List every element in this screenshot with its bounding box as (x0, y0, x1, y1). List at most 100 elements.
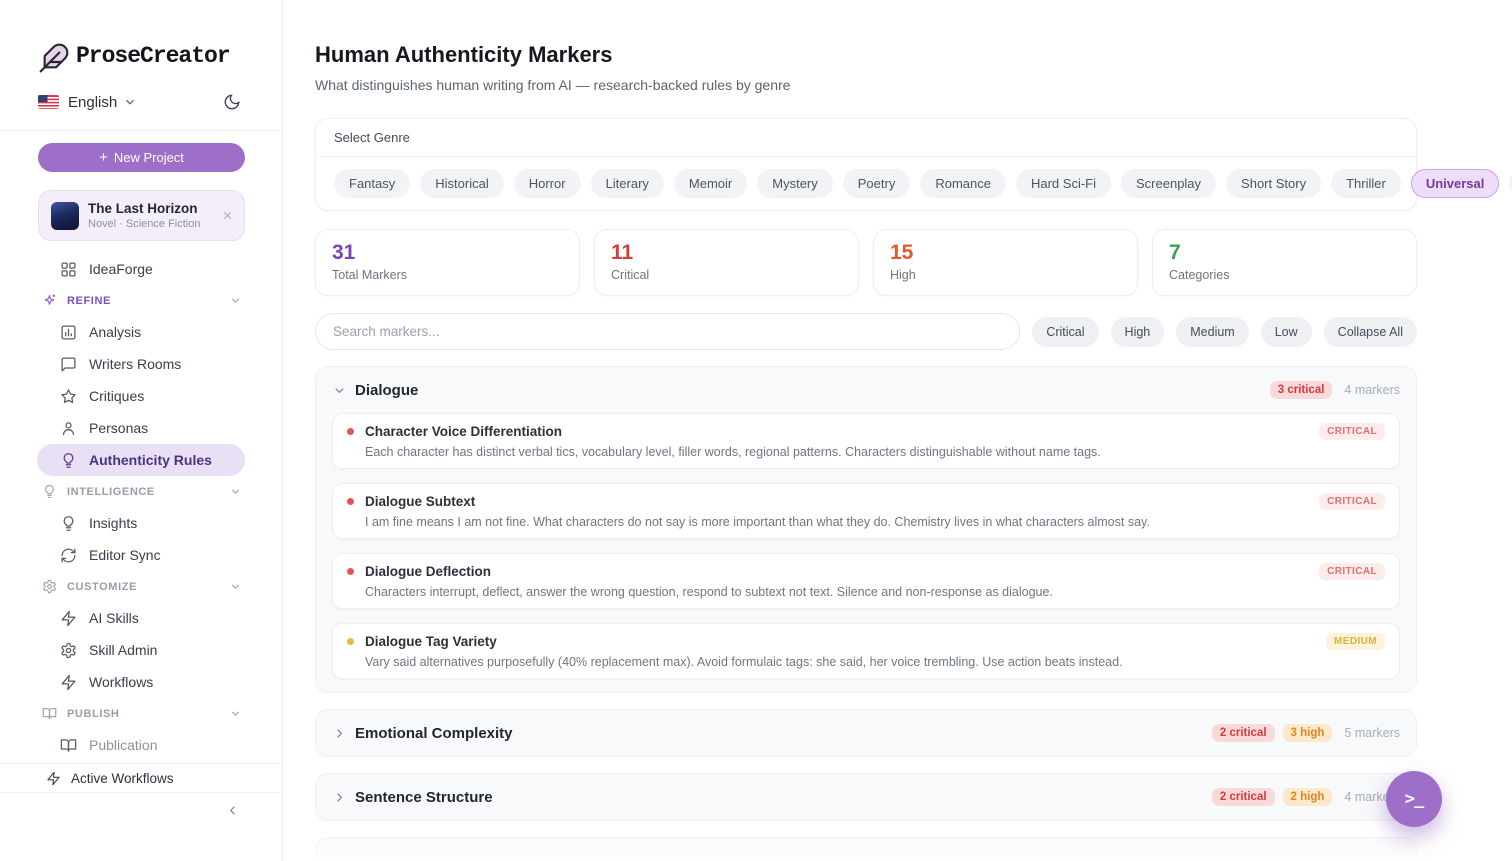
sidebar-item-authenticity-rules[interactable]: Authenticity Rules (37, 444, 245, 476)
category-badges: 2 critical 3 high 5 markers (1212, 724, 1400, 742)
star-icon (60, 388, 77, 405)
search-input[interactable] (315, 313, 1020, 350)
sidebar-item-skill-admin[interactable]: Skill Admin (0, 634, 282, 666)
sidebar-item-personas[interactable]: Personas (0, 412, 282, 444)
sidebar-section-intelligence[interactable]: INTELLIGENCE (0, 476, 282, 507)
marker-dialogue-tag-variety[interactable]: Dialogue Tag Variety MEDIUM Vary said al… (332, 623, 1400, 679)
project-text: The Last Horizon Novel · Science Fiction (88, 201, 212, 230)
marker-description: Each character has distinct verbal tics,… (347, 445, 1385, 459)
book-icon (60, 737, 77, 754)
language-row: English (0, 90, 282, 114)
new-project-button[interactable]: + New Project (38, 143, 245, 172)
dark-mode-toggle[interactable] (220, 90, 244, 114)
sidebar-section-label: REFINE (67, 295, 111, 307)
marker-dialogue-deflection[interactable]: Dialogue Deflection CRITICAL Characters … (332, 553, 1400, 609)
grid-icon (60, 261, 77, 278)
sidebar-section-publish[interactable]: PUBLISH (0, 698, 282, 729)
user-icon (60, 420, 77, 437)
active-workflows-button[interactable]: Active Workflows (0, 764, 282, 793)
sidebar-section-customize[interactable]: CUSTOMIZE (0, 571, 282, 602)
close-icon[interactable] (221, 209, 234, 222)
sidebar-footer: Active Workflows (0, 763, 282, 861)
genre-chip-screenplay[interactable]: Screenplay (1121, 169, 1216, 198)
genre-chip-poetry[interactable]: Poetry (843, 169, 911, 198)
genre-chip-literary[interactable]: Literary (591, 169, 664, 198)
sidebar-item-label: AI Skills (89, 610, 139, 626)
stat-high: 15 High (873, 229, 1138, 296)
sidebar-item-label: Skill Admin (89, 642, 157, 658)
sidebar-item-label: Critiques (89, 388, 144, 404)
critical-count-badge: 2 critical (1212, 724, 1275, 742)
marker-title: Dialogue Tag Variety (365, 634, 497, 649)
marker-header: Dialogue Deflection CRITICAL (347, 563, 1385, 580)
collapse-all-button[interactable]: Collapse All (1324, 317, 1417, 347)
sidebar-item-label: Analysis (89, 324, 141, 340)
sidebar-item-ai-skills[interactable]: AI Skills (0, 602, 282, 634)
filter-low-button[interactable]: Low (1261, 317, 1312, 347)
sidebar-item-writers-rooms[interactable]: Writers Rooms (0, 348, 282, 380)
marker-description: Characters interrupt, deflect, answer th… (347, 585, 1385, 599)
chevron-down-icon (229, 707, 242, 720)
category-badges: 3 critical 4 markers (1270, 381, 1400, 399)
genre-chip-mystery[interactable]: Mystery (757, 169, 833, 198)
category-header-emotional-complexity[interactable]: Emotional Complexity 2 critical 3 high 5… (316, 710, 1416, 756)
genre-chip-historical[interactable]: Historical (420, 169, 503, 198)
sidebar-section-refine[interactable]: REFINE (0, 285, 282, 316)
genre-chip-universal-selected[interactable]: Universal (1411, 169, 1500, 198)
stat-value: 11 (611, 241, 842, 265)
high-count-badge: 3 high (1283, 724, 1333, 742)
marker-dialogue-subtext[interactable]: Dialogue Subtext CRITICAL I am fine mean… (332, 483, 1400, 539)
sidebar-item-label: Writers Rooms (89, 356, 181, 372)
chevron-down-icon (229, 580, 242, 593)
sidebar-item-label: Authenticity Rules (89, 452, 212, 468)
critical-count-badge: 3 critical (1270, 381, 1333, 399)
markers-count: 4 markers (1344, 383, 1400, 397)
category-header-dialogue[interactable]: Dialogue 3 critical 4 markers (316, 367, 1416, 413)
sidebar-item-critiques[interactable]: Critiques (0, 380, 282, 412)
sidebar-item-insights[interactable]: Insights (0, 507, 282, 539)
genre-chip-horror[interactable]: Horror (514, 169, 581, 198)
genre-chip-hard-sci-fi[interactable]: Hard Sci-Fi (1016, 169, 1111, 198)
marker-header: Dialogue Tag Variety MEDIUM (347, 633, 1385, 650)
sidebar-item-workflows[interactable]: Workflows (0, 666, 282, 698)
filter-high-button[interactable]: High (1111, 317, 1165, 347)
filter-critical-button[interactable]: Critical (1032, 317, 1098, 347)
marker-character-voice-differentiation[interactable]: Character Voice Differentiation CRITICAL… (332, 413, 1400, 469)
current-project-card[interactable]: The Last Horizon Novel · Science Fiction (38, 190, 245, 241)
app-window: ProseCreator English + New Project The L… (0, 0, 1512, 861)
sidebar-item-label: Publication (89, 737, 158, 753)
category-badges: 2 critical 2 high 4 markers (1212, 788, 1400, 806)
moon-icon (223, 93, 241, 111)
main-content: Human Authenticity Markers What distingu… (283, 0, 1512, 861)
collapse-sidebar-icon[interactable] (225, 803, 240, 818)
stat-label: High (890, 268, 1121, 282)
marker-list: Character Voice Differentiation CRITICAL… (316, 413, 1416, 692)
terminal-fab-button[interactable]: >_ (1386, 771, 1442, 827)
sidebar-item-label: Editor Sync (89, 547, 161, 563)
genre-chip-memoir[interactable]: Memoir (674, 169, 747, 198)
genre-chip-fantasy[interactable]: Fantasy (334, 169, 410, 198)
sidebar-collapse-row (0, 793, 282, 827)
severity-badge: CRITICAL (1319, 563, 1385, 580)
genre-chip-short-story[interactable]: Short Story (1226, 169, 1321, 198)
severity-dot-icon (347, 498, 354, 505)
genre-chip-thriller[interactable]: Thriller (1331, 169, 1401, 198)
bar-chart-icon (60, 324, 77, 341)
markers-count: 5 markers (1344, 726, 1400, 740)
brand-name: ProseCreator (76, 43, 230, 69)
sidebar-item-analysis[interactable]: Analysis (0, 316, 282, 348)
genre-chip-romance[interactable]: Romance (920, 169, 1006, 198)
chevron-down-icon (229, 294, 242, 307)
severity-dot-icon (347, 638, 354, 645)
sidebar-item-ideaforge[interactable]: IdeaForge (0, 253, 282, 285)
new-project-label: New Project (114, 150, 184, 165)
filter-medium-button[interactable]: Medium (1176, 317, 1248, 347)
category-header-sentence-structure[interactable]: Sentence Structure 2 critical 2 high 4 m… (316, 774, 1416, 820)
language-label[interactable]: English (68, 94, 117, 111)
active-workflows-label: Active Workflows (71, 771, 174, 786)
severity-dot-icon (347, 568, 354, 575)
sidebar-item-publication[interactable]: Publication (0, 729, 282, 761)
chevron-down-icon[interactable] (123, 95, 137, 109)
chevron-right-icon (332, 726, 347, 741)
sidebar-item-editor-sync[interactable]: Editor Sync (0, 539, 282, 571)
